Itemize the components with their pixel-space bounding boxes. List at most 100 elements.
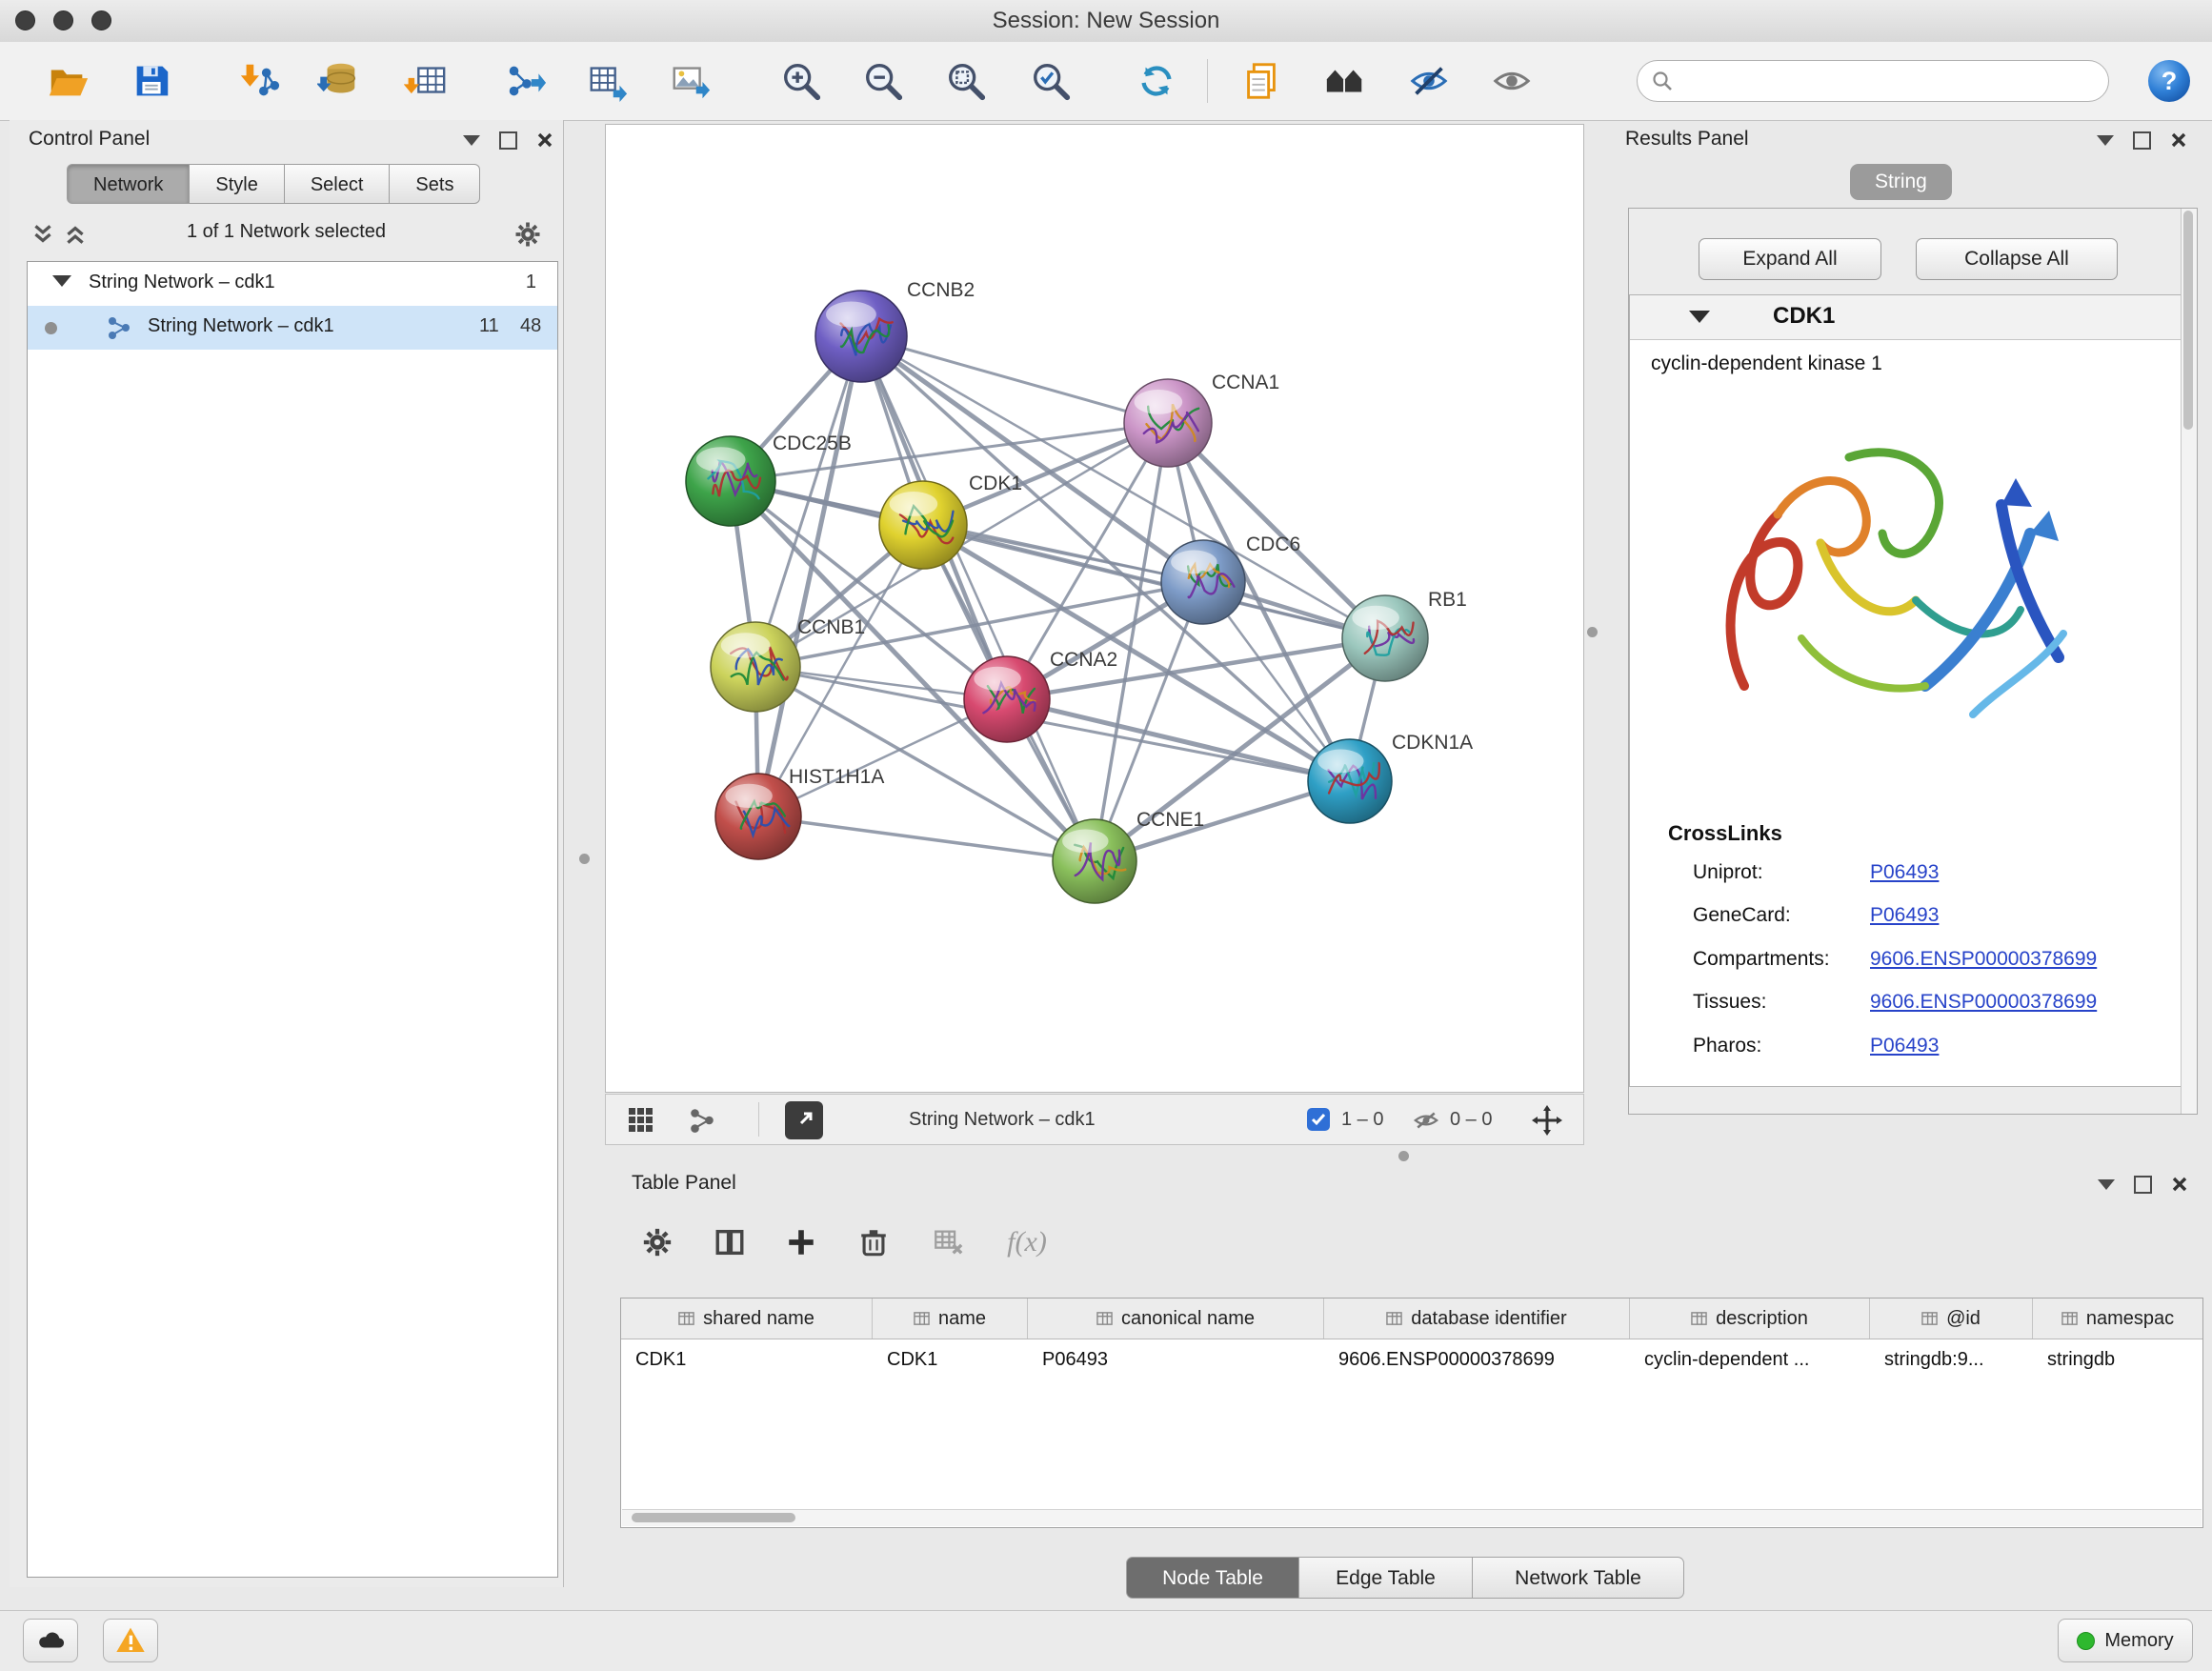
tab-select[interactable]: Select <box>285 164 391 204</box>
panel-menu-icon[interactable] <box>2097 135 2114 146</box>
network-node-cdkn1a[interactable] <box>1308 739 1392 823</box>
string-share-icon[interactable] <box>688 1106 716 1135</box>
show-graphics-details-button[interactable] <box>1485 54 1538 108</box>
network-node-ccnb2[interactable] <box>815 291 907 382</box>
network-node-cdc6[interactable] <box>1161 540 1245 624</box>
float-panel-icon[interactable] <box>2134 1176 2152 1194</box>
export-table-button[interactable] <box>581 54 634 108</box>
tree-expander-icon[interactable] <box>52 275 71 287</box>
network-node-cdk1[interactable] <box>879 481 967 569</box>
horizontal-scrollbar[interactable] <box>622 1509 2202 1526</box>
warnings-button[interactable] <box>103 1619 158 1662</box>
columns-icon <box>714 1226 746 1258</box>
network-overview-button[interactable] <box>1318 54 1372 108</box>
column-header[interactable]: canonical name <box>1028 1299 1324 1339</box>
main-toolbar: ? <box>0 42 2212 121</box>
export-image-button[interactable] <box>664 54 717 108</box>
crosslink-uniprot-link[interactable]: P06493 <box>1870 861 1939 884</box>
zoom-selected-button[interactable] <box>1024 54 1077 108</box>
delete-table-button[interactable] <box>927 1221 969 1263</box>
column-header[interactable]: name <box>873 1299 1028 1339</box>
splitter-handle[interactable] <box>1587 627 1598 637</box>
collapse-all-button[interactable]: Collapse All <box>1916 238 2118 280</box>
gear-icon[interactable] <box>513 220 542 249</box>
expand-all-button[interactable]: Expand All <box>1699 238 1881 280</box>
network-node-cdc25b[interactable] <box>686 436 775 526</box>
collapse-section-icon[interactable] <box>1689 311 1710 323</box>
float-panel-icon[interactable] <box>499 131 517 150</box>
crosslink-compartments-link[interactable]: 9606.ENSP00000378699 <box>1870 948 2097 971</box>
protein-name: CDK1 <box>1773 303 1835 330</box>
network-edge[interactable] <box>861 336 1095 861</box>
application-window: Session: New Session <box>0 0 2212 1671</box>
close-panel-icon[interactable] <box>2171 1176 2188 1193</box>
results-scrollbar[interactable] <box>2181 209 2197 1114</box>
tab-node-table[interactable]: Node Table <box>1126 1557 1299 1599</box>
column-header[interactable]: description <box>1630 1299 1870 1339</box>
svg-text:?: ? <box>2162 67 2178 95</box>
fit-selected-crosshair-icon[interactable] <box>1532 1105 1562 1136</box>
grid-view-icon[interactable] <box>627 1106 655 1135</box>
tab-network[interactable]: Network <box>67 164 190 204</box>
network-collection-row[interactable]: String Network – cdk1 1 <box>28 262 557 306</box>
network-node-ccna1[interactable] <box>1124 379 1212 467</box>
zoom-out-button[interactable] <box>856 54 910 108</box>
tab-edge-table[interactable]: Edge Table <box>1299 1557 1473 1599</box>
duplicate-document-button[interactable] <box>1235 54 1288 108</box>
open-session-button[interactable] <box>41 54 94 108</box>
column-header[interactable]: shared name <box>621 1299 873 1339</box>
memory-button[interactable]: Memory <box>2058 1619 2193 1662</box>
refresh-button[interactable] <box>1130 54 1183 108</box>
column-header[interactable]: @id <box>1870 1299 2033 1339</box>
network-canvas[interactable]: CCNB2CCNA1CDC25BCDK1CDC6RB1CCNB1CCNA2CDK… <box>606 125 1583 1092</box>
float-panel-icon[interactable] <box>2133 131 2151 150</box>
network-node-ccna2[interactable] <box>964 656 1050 742</box>
show-columns-button[interactable] <box>709 1221 751 1263</box>
splitter-handle[interactable] <box>579 854 590 864</box>
table-header-row: shared name name canonical name database… <box>621 1299 2202 1339</box>
delete-column-button[interactable] <box>853 1221 895 1263</box>
column-header[interactable]: database identifier <box>1324 1299 1630 1339</box>
network-edge[interactable] <box>758 816 1095 861</box>
panel-menu-icon[interactable] <box>2098 1179 2115 1190</box>
search-input[interactable] <box>1683 70 2095 93</box>
network-row[interactable]: String Network – cdk1 11 48 <box>28 306 557 350</box>
crosslink-tissues-link[interactable]: 9606.ENSP00000378699 <box>1870 991 2097 1014</box>
network-node-ccnb1[interactable] <box>711 622 800 712</box>
tab-style[interactable]: Style <box>190 164 284 204</box>
export-network-button[interactable] <box>499 54 553 108</box>
network-node-ccne1[interactable] <box>1053 819 1136 903</box>
crosslink-pharos-link[interactable]: P06493 <box>1870 1035 1939 1057</box>
zoom-fit-button[interactable] <box>939 54 993 108</box>
function-builder-button[interactable]: f(x) <box>994 1221 1060 1263</box>
close-panel-icon[interactable] <box>2170 131 2187 149</box>
crosslink-genecard-link[interactable]: P06493 <box>1870 904 1939 927</box>
panel-menu-icon[interactable] <box>463 135 480 146</box>
table-settings-button[interactable] <box>636 1221 678 1263</box>
column-header[interactable]: namespac <box>2033 1299 2202 1339</box>
results-tab-string[interactable]: String <box>1850 164 1952 200</box>
close-panel-icon[interactable] <box>536 131 553 149</box>
import-table-from-file-button[interactable] <box>399 54 452 108</box>
network-edge[interactable] <box>758 336 861 816</box>
column-type-icon <box>914 1311 930 1327</box>
collection-label: String Network – cdk1 <box>89 272 275 293</box>
import-network-from-database-button[interactable] <box>312 54 366 108</box>
network-node-rb1[interactable] <box>1342 595 1428 681</box>
zoom-in-button[interactable] <box>774 54 828 108</box>
selected-checkbox[interactable] <box>1307 1108 1330 1131</box>
open-external-button[interactable] <box>785 1101 823 1139</box>
cloud-status-button[interactable] <box>23 1619 78 1662</box>
zoom-fit-icon <box>944 59 988 103</box>
hidden-eye-slash-icon[interactable] <box>1412 1106 1440 1135</box>
hide-graphics-details-button[interactable] <box>1402 54 1456 108</box>
splitter-handle[interactable] <box>1398 1151 1409 1161</box>
import-network-from-file-button[interactable] <box>232 54 286 108</box>
table-row[interactable]: CDK1 CDK1 P06493 9606.ENSP00000378699 cy… <box>621 1339 2202 1379</box>
tab-network-table[interactable]: Network Table <box>1473 1557 1684 1599</box>
help-button[interactable]: ? <box>2142 54 2196 108</box>
save-session-button[interactable] <box>125 54 178 108</box>
create-column-button[interactable] <box>780 1221 822 1263</box>
tab-sets[interactable]: Sets <box>390 164 480 204</box>
protein-card-header[interactable]: CDK1 <box>1630 295 2182 340</box>
